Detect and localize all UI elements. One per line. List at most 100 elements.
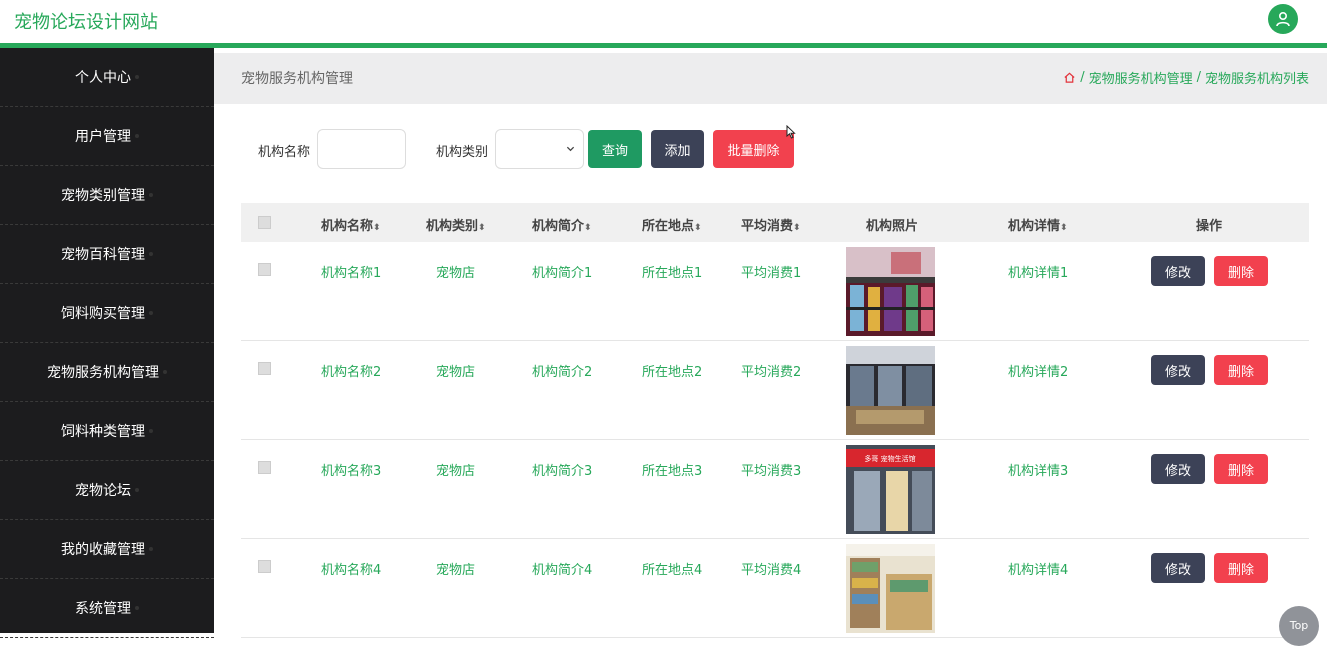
breadcrumb-level2[interactable]: 宠物服务机构列表 xyxy=(1205,68,1309,87)
sidebar-item-system[interactable]: 系统管理 xyxy=(0,579,214,638)
sidebar: 个人中心 用户管理 宠物类别管理 宠物百科管理 饲料购买管理 宠物服务机构管理 … xyxy=(0,48,214,638)
back-to-top-button[interactable]: Top xyxy=(1279,606,1319,646)
sidebar-item-label: 饲料购买管理 xyxy=(61,306,145,322)
main-content: 宠物服务机构管理 / 宠物服务机构管理 / 宠物服务机构列表 机构名称 机构类别… xyxy=(214,53,1327,638)
table-row: 机构名称4 宠物店 机构简介4 所在地点4 平均消费4 机构详情4 修改 删除 xyxy=(241,539,1309,638)
institution-photo[interactable] xyxy=(846,346,935,435)
cell-cost: 平均消费3 xyxy=(741,464,802,479)
chevron-icon xyxy=(149,193,153,197)
header-name[interactable]: 机构名称⬍ xyxy=(321,215,381,234)
header-detail[interactable]: 机构详情⬍ xyxy=(1008,215,1068,234)
sort-icon: ⬍ xyxy=(694,223,702,233)
delete-button[interactable]: 删除 xyxy=(1214,355,1268,385)
home-icon[interactable] xyxy=(1063,71,1076,84)
table-row: 机构名称1 宠物店 机构简介1 所在地点1 平均消费1 机构详情1 修改 删除 xyxy=(241,242,1309,341)
header-action: 操作 xyxy=(1196,219,1223,234)
chevron-icon xyxy=(149,311,153,315)
chevron-icon xyxy=(163,370,167,374)
cell-cost: 平均消费1 xyxy=(741,266,802,281)
sort-icon: ⬍ xyxy=(373,223,381,233)
sidebar-item-label: 宠物论坛 xyxy=(75,483,131,499)
cell-location: 所在地点2 xyxy=(642,365,703,380)
row-checkbox[interactable] xyxy=(258,461,271,474)
sort-icon: ⬍ xyxy=(584,223,592,233)
site-title: 宠物论坛设计网站 xyxy=(14,12,158,33)
sidebar-item-user-management[interactable]: 用户管理 xyxy=(0,107,214,166)
header-photo: 机构照片 xyxy=(866,219,919,234)
sort-icon: ⬍ xyxy=(1060,223,1068,233)
header-location[interactable]: 所在地点⬍ xyxy=(642,215,702,234)
type-select[interactable] xyxy=(495,129,584,169)
search-bar: 机构名称 机构类别 查询 添加 批量删除 xyxy=(214,129,1327,169)
cell-intro: 机构简介3 xyxy=(532,464,593,479)
sidebar-item-feed-purchase[interactable]: 饲料购买管理 xyxy=(0,284,214,343)
select-all-checkbox[interactable] xyxy=(258,216,271,229)
table-row: 机构名称3 宠物店 机构简介3 所在地点3 平均消费3 多哥 宠物生活馆 机构详… xyxy=(241,440,1309,539)
batch-delete-button[interactable]: 批量删除 xyxy=(713,130,794,168)
sidebar-item-pet-encyclopedia[interactable]: 宠物百科管理 xyxy=(0,225,214,284)
cell-detail: 机构详情3 xyxy=(1008,464,1069,479)
edit-button[interactable]: 修改 xyxy=(1151,553,1205,583)
chevron-icon xyxy=(135,134,139,138)
type-label: 机构类别 xyxy=(436,145,489,160)
cell-type: 宠物店 xyxy=(436,266,476,281)
row-checkbox[interactable] xyxy=(258,560,271,573)
cell-location: 所在地点1 xyxy=(642,266,703,281)
cell-detail: 机构详情2 xyxy=(1008,365,1069,380)
cell-detail: 机构详情4 xyxy=(1008,563,1069,578)
sidebar-item-pet-forum[interactable]: 宠物论坛 xyxy=(0,461,214,520)
cell-type: 宠物店 xyxy=(436,563,476,578)
delete-button[interactable]: 删除 xyxy=(1214,553,1268,583)
row-checkbox[interactable] xyxy=(258,263,271,276)
cell-name: 机构名称1 xyxy=(321,266,382,281)
chevron-icon xyxy=(149,252,153,256)
edit-button[interactable]: 修改 xyxy=(1151,454,1205,484)
mouse-cursor-icon xyxy=(786,125,796,139)
sidebar-item-pet-category[interactable]: 宠物类别管理 xyxy=(0,166,214,225)
delete-button[interactable]: 删除 xyxy=(1214,454,1268,484)
cell-cost: 平均消费2 xyxy=(741,365,802,380)
cell-intro: 机构简介2 xyxy=(532,365,593,380)
sidebar-item-label: 系统管理 xyxy=(75,601,131,617)
row-checkbox[interactable] xyxy=(258,362,271,375)
sort-icon: ⬍ xyxy=(478,223,486,233)
institution-photo[interactable]: 多哥 宠物生活馆 xyxy=(846,445,935,534)
cell-intro: 机构简介4 xyxy=(532,563,593,578)
chevron-icon xyxy=(135,606,139,610)
add-button[interactable]: 添加 xyxy=(651,130,704,168)
breadcrumb-separator: / xyxy=(1080,70,1085,85)
institution-photo[interactable] xyxy=(846,247,935,336)
query-button[interactable]: 查询 xyxy=(588,130,642,168)
cell-detail: 机构详情1 xyxy=(1008,266,1069,281)
breadcrumb-separator: / xyxy=(1196,70,1201,85)
delete-button[interactable]: 删除 xyxy=(1214,256,1268,286)
header-intro[interactable]: 机构简介⬍ xyxy=(532,215,592,234)
cell-location: 所在地点4 xyxy=(642,563,703,578)
sidebar-item-feed-type[interactable]: 饲料种类管理 xyxy=(0,402,214,461)
sidebar-item-favorites[interactable]: 我的收藏管理 xyxy=(0,520,214,579)
cell-cost: 平均消费4 xyxy=(741,563,802,578)
header-cost[interactable]: 平均消费⬍ xyxy=(741,215,801,234)
edit-button[interactable]: 修改 xyxy=(1151,256,1205,286)
user-avatar[interactable] xyxy=(1268,4,1298,34)
chevron-icon xyxy=(149,547,153,551)
sidebar-item-label: 宠物类别管理 xyxy=(61,188,145,204)
sidebar-item-label: 饲料种类管理 xyxy=(61,424,145,440)
table-row: 机构名称2 宠物店 机构简介2 所在地点2 平均消费2 机构详情2 修改 删除 xyxy=(241,341,1309,440)
name-input[interactable] xyxy=(317,129,406,169)
table-header: 机构名称⬍ 机构类别⬍ 机构简介⬍ 所在地点⬍ 平均消费⬍ 机构照片 机构详情⬍… xyxy=(241,203,1309,242)
sidebar-item-label: 宠物服务机构管理 xyxy=(47,365,159,381)
sidebar-item-pet-service[interactable]: 宠物服务机构管理 xyxy=(0,343,214,402)
page-title: 宠物服务机构管理 xyxy=(241,71,353,87)
chevron-icon xyxy=(135,75,139,79)
breadcrumb-level1[interactable]: 宠物服务机构管理 xyxy=(1089,68,1193,87)
storefront-sign-text: 多哥 宠物生活馆 xyxy=(864,454,915,463)
chevron-icon xyxy=(149,429,153,433)
edit-button[interactable]: 修改 xyxy=(1151,355,1205,385)
user-icon xyxy=(1276,11,1290,27)
sidebar-item-personal-center[interactable]: 个人中心 xyxy=(0,48,214,107)
institution-photo[interactable] xyxy=(846,544,935,633)
cell-name: 机构名称4 xyxy=(321,563,382,578)
header-type[interactable]: 机构类别⬍ xyxy=(426,215,486,234)
sidebar-item-label: 用户管理 xyxy=(75,129,131,145)
